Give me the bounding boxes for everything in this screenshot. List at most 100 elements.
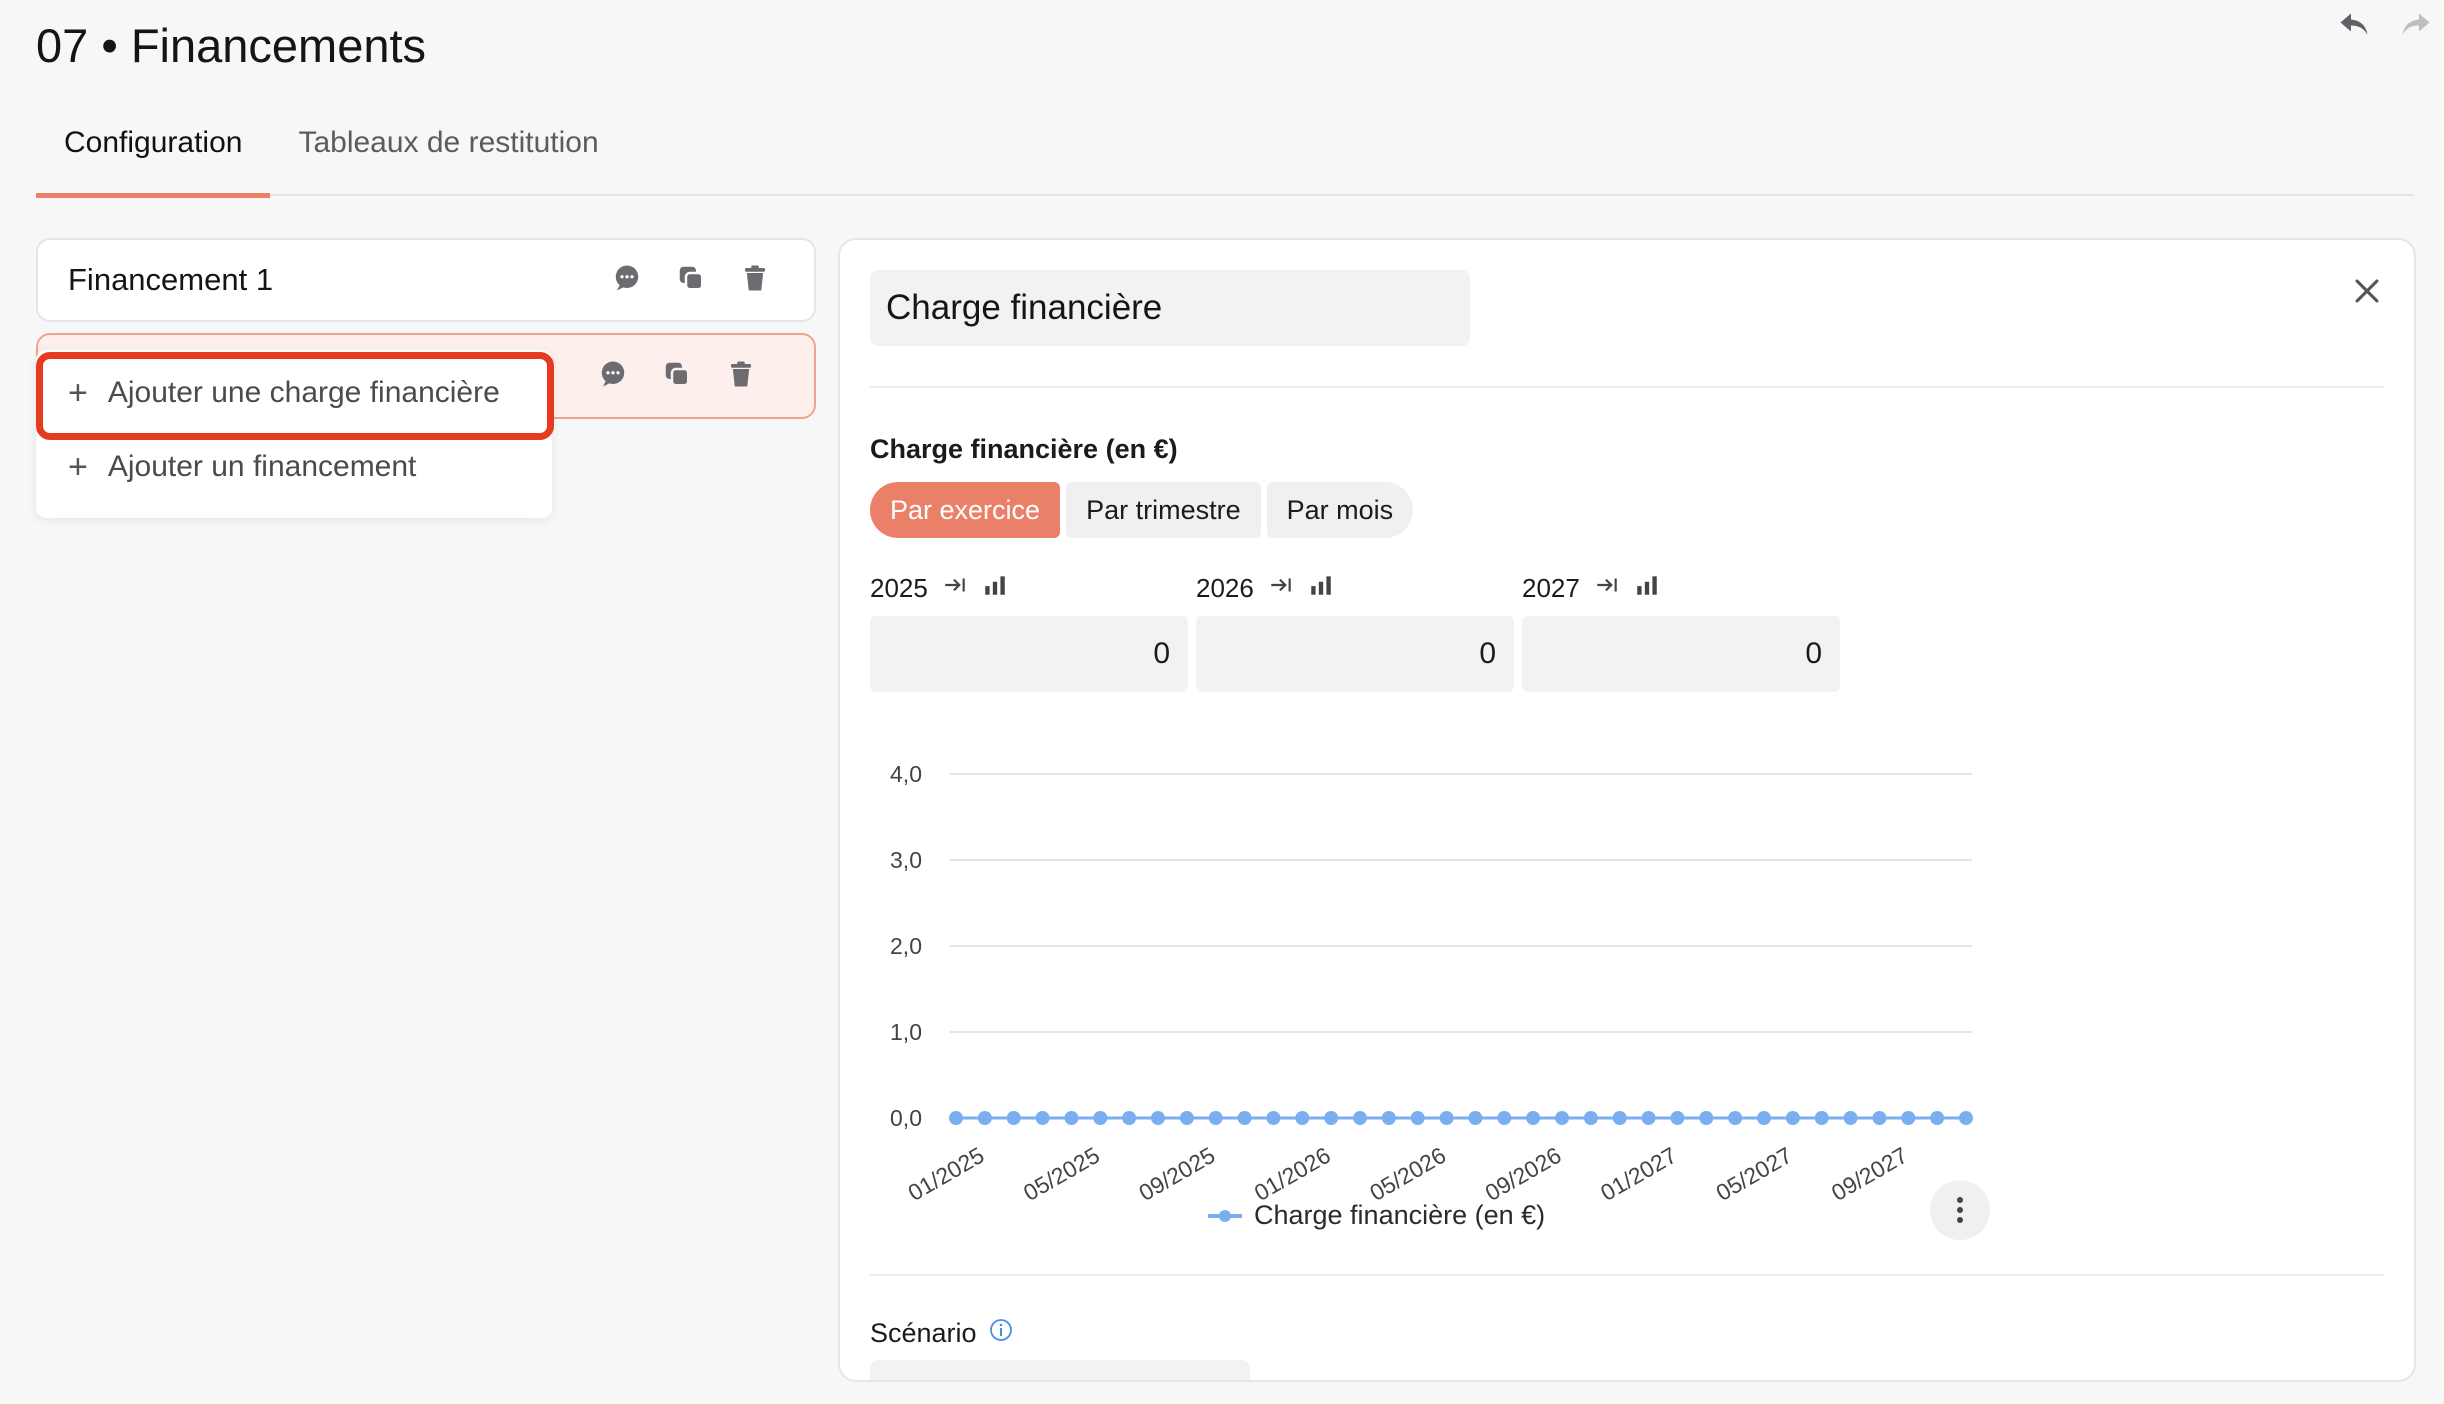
year-label: 2025 (870, 572, 928, 603)
y-tick-label: 1,0 (890, 1019, 922, 1045)
plus-icon: + (68, 447, 88, 486)
menu-item-label: Ajouter un financement (107, 450, 417, 483)
x-tick-label: 01/2025 (903, 1142, 988, 1200)
data-point (1353, 1111, 1367, 1125)
highlight-box (36, 352, 554, 440)
legend-label: Charge financière (en €) (1254, 1200, 1546, 1230)
period-selector: Par exercice Par trimestre Par mois (870, 482, 1414, 538)
duplicate-icon[interactable] (676, 263, 706, 298)
chart-menu-button[interactable] (1930, 1180, 1990, 1240)
comment-icon[interactable] (612, 263, 642, 298)
data-point (1497, 1111, 1512, 1125)
y-tick-label: 4,0 (890, 761, 922, 787)
data-point (1381, 1111, 1396, 1125)
propagate-icon[interactable] (942, 572, 968, 605)
chart-legend[interactable]: Charge financière (en €) (1208, 1200, 1545, 1231)
x-tick-label: 09/2026 (1481, 1142, 1566, 1200)
data-point (1266, 1111, 1281, 1125)
scenario-label-row: Scénario (870, 1318, 1013, 1349)
financement-name: Financement 1 (68, 262, 274, 297)
tab-bar: Configuration Tableaux de restitution (36, 118, 2414, 198)
y-tick-label: 2,0 (890, 933, 922, 959)
section-label: Charge financière (en €) (870, 434, 1178, 464)
trash-icon[interactable] (740, 263, 770, 298)
data-point (1814, 1111, 1829, 1125)
data-point (1064, 1111, 1079, 1125)
year-column: 2025 0 (870, 568, 1188, 692)
data-point (977, 1111, 992, 1125)
undo-icon[interactable] (2336, 6, 2372, 47)
data-point (1670, 1111, 1685, 1125)
propagate-icon[interactable] (1268, 572, 1294, 605)
data-point (1035, 1111, 1050, 1125)
tab-tableaux-de-restitution[interactable]: Tableaux de restitution (270, 118, 626, 196)
info-icon[interactable] (989, 1318, 1013, 1349)
period-par-mois[interactable]: Par mois (1266, 482, 1414, 538)
x-tick-label: 09/2025 (1134, 1142, 1219, 1200)
data-point (1843, 1111, 1858, 1125)
scenario-label: Scénario (870, 1318, 977, 1348)
charge-name-input[interactable]: Charge financière (870, 270, 1470, 346)
chart-svg: 0,0 1,0 2,0 3,0 4,0 01/2025 05/2025 09/2025 01/2… (890, 761, 1973, 1206)
data-point (1410, 1111, 1425, 1125)
year-value-input[interactable]: 0 (1196, 616, 1514, 692)
scenario-select[interactable] (870, 1360, 1250, 1380)
data-point (1179, 1111, 1194, 1125)
data-point (1785, 1111, 1800, 1125)
y-tick-label: 3,0 (890, 847, 922, 873)
financement-card[interactable]: Financement 1 (36, 238, 816, 322)
data-point (1930, 1111, 1945, 1125)
x-tick-label: 05/2027 (1711, 1142, 1796, 1200)
data-point (1151, 1111, 1165, 1125)
year-column: 2027 0 (1522, 568, 1840, 692)
divider (870, 1274, 2384, 1276)
tab-configuration[interactable]: Configuration (36, 118, 271, 198)
x-tick-label: 05/2025 (1019, 1142, 1104, 1200)
year-value-input[interactable]: 0 (1522, 616, 1840, 692)
data-point (949, 1111, 963, 1125)
bar-chart-icon[interactable] (982, 572, 1008, 605)
duplicate-icon[interactable] (662, 359, 692, 394)
redo-icon[interactable] (2398, 6, 2434, 47)
detail-panel: Charge financière Charge financière (en … (838, 238, 2416, 1382)
year-value-input[interactable]: 0 (870, 616, 1188, 692)
x-tick-label: 01/2026 (1250, 1142, 1335, 1200)
year-column: 2026 0 (1196, 568, 1514, 692)
data-point (1555, 1111, 1569, 1125)
data-point (1728, 1111, 1743, 1125)
data-point (1901, 1111, 1916, 1125)
page-title: 07 • Financements (36, 19, 427, 72)
data-point (1093, 1111, 1108, 1125)
data-point (1699, 1111, 1714, 1125)
close-icon[interactable] (2350, 274, 2384, 308)
data-point (1295, 1111, 1310, 1125)
trash-icon[interactable] (726, 359, 756, 394)
data-point (1439, 1111, 1454, 1125)
comment-icon[interactable] (598, 359, 628, 394)
data-point (1122, 1111, 1137, 1125)
undo-redo-group (2336, 6, 2434, 47)
x-tick-label: 09/2027 (1827, 1142, 1912, 1200)
year-label: 2027 (1522, 572, 1580, 603)
data-point (1526, 1111, 1541, 1125)
propagate-icon[interactable] (1594, 572, 1620, 605)
data-point (1006, 1111, 1021, 1125)
data-point (1237, 1111, 1252, 1125)
data-point (1583, 1111, 1598, 1125)
year-label: 2026 (1196, 572, 1254, 603)
data-point (1324, 1111, 1339, 1125)
data-point (1757, 1111, 1771, 1125)
period-par-exercice[interactable]: Par exercice (870, 482, 1061, 538)
bar-chart-icon[interactable] (1634, 572, 1660, 605)
data-point (1641, 1111, 1656, 1125)
bar-chart-icon[interactable] (1308, 572, 1334, 605)
data-point (1612, 1111, 1627, 1125)
y-tick-label: 0,0 (890, 1105, 922, 1131)
chart: 0,0 1,0 2,0 3,0 4,0 01/2025 05/2025 09/2025 01/2… (840, 740, 2040, 1280)
legend-marker-icon (1208, 1209, 1242, 1222)
data-point (1872, 1111, 1887, 1125)
data-point (1208, 1111, 1223, 1125)
period-par-trimestre[interactable]: Par trimestre (1066, 482, 1261, 538)
x-tick-label: 01/2027 (1596, 1142, 1681, 1200)
x-tick-label: 05/2026 (1365, 1142, 1450, 1200)
